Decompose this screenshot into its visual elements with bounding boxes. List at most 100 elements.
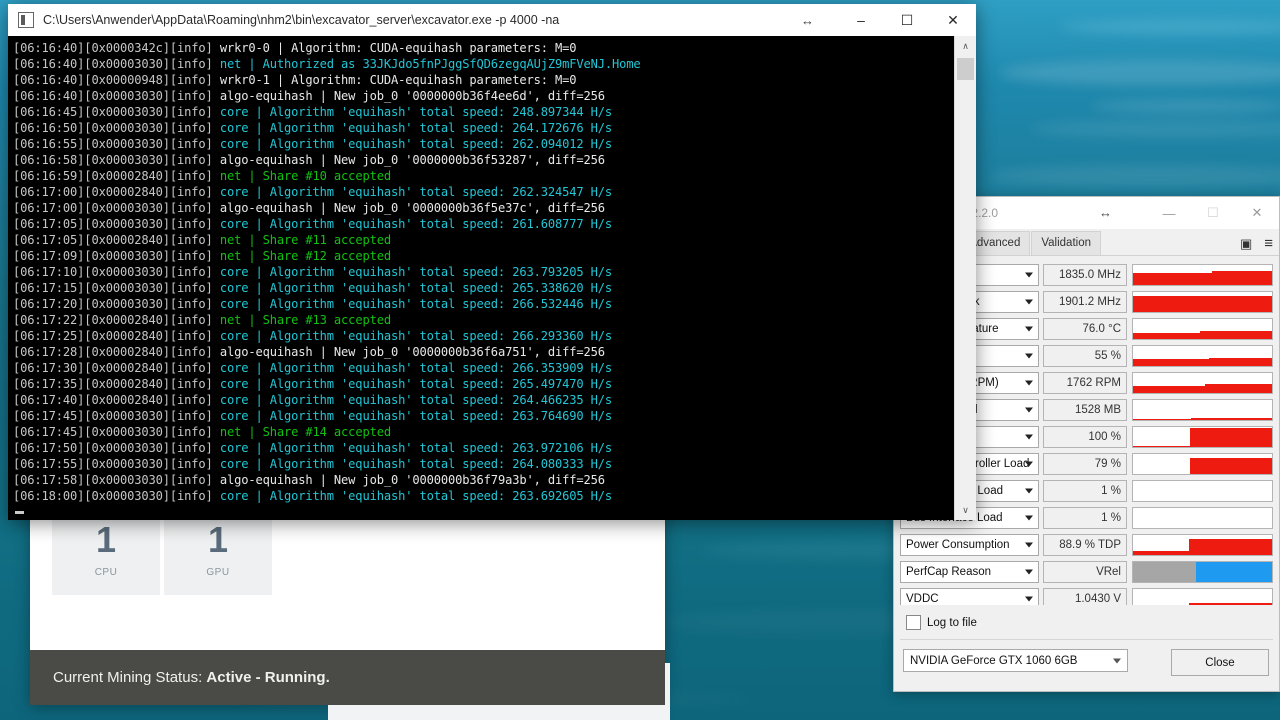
- sensor-name-dropdown[interactable]: Power Consumption: [900, 534, 1039, 556]
- gpuz-maximize-button[interactable]: ☐: [1191, 197, 1235, 229]
- sensor-value: VRel: [1043, 561, 1127, 583]
- console-log-line: [06:17:55][0x00003030][info] core | Algo…: [13, 457, 613, 472]
- hamburger-menu-icon[interactable]: ≡: [1264, 235, 1273, 252]
- gpuz-close-action-button[interactable]: Close: [1171, 649, 1269, 676]
- graph-fill-early: [1133, 551, 1189, 555]
- resize-handle-icon[interactable]: ↔: [1099, 205, 1112, 220]
- scroll-up-arrow-icon[interactable]: ∧: [955, 36, 976, 56]
- console-log-line: [06:17:10][0x00003030][info] core | Algo…: [13, 265, 613, 280]
- sensor-name-dropdown[interactable]: PerfCap Reason: [900, 561, 1039, 583]
- chevron-down-icon: [1025, 353, 1033, 359]
- gpuz-close-button[interactable]: ✕: [1235, 197, 1279, 229]
- sensor-graph: [1132, 399, 1273, 421]
- console-log-line: [06:17:22][0x00002840][info] net | Share…: [13, 313, 391, 328]
- chevron-down-icon: [1025, 380, 1033, 386]
- camera-icon[interactable]: ▣: [1240, 236, 1252, 252]
- sensor-graph: [1132, 561, 1273, 583]
- sensor-value: 1 %: [1043, 507, 1127, 529]
- console-output-area[interactable]: [06:16:40][0x0000342c][info] wrkr0-0 | A…: [8, 36, 976, 520]
- console-log-line: [06:17:05][0x00002840][info] net | Share…: [13, 233, 391, 248]
- sensor-graph: [1132, 291, 1273, 313]
- console-log-line: [06:17:30][0x00002840][info] core | Algo…: [13, 361, 613, 376]
- console-log-line: [06:17:09][0x00003030][info] net | Share…: [13, 249, 391, 264]
- console-icon: [18, 12, 34, 28]
- scroll-down-arrow-icon[interactable]: ∨: [955, 500, 976, 520]
- console-log-line: [06:17:45][0x00003030][info] net | Share…: [13, 425, 391, 440]
- console-log-line: [06:18:00][0x00003030][info] core | Algo…: [13, 489, 613, 504]
- sensor-value: 76.0 °C: [1043, 318, 1127, 340]
- mining-status-value: Active - Running.: [206, 669, 330, 686]
- log-to-file-label: Log to file: [927, 616, 977, 629]
- sensor-graph: [1132, 480, 1273, 502]
- perfcap-vrel-band: [1195, 562, 1272, 582]
- wallpaper-wave: [1090, 100, 1280, 112]
- sensor-graph: [1132, 534, 1273, 556]
- chevron-down-icon: [1025, 515, 1033, 521]
- gpu-count: 1: [207, 519, 229, 560]
- graph-fill-early: [1133, 359, 1210, 366]
- gpuz-footer: Log to file NVIDIA GeForce GTX 1060 6GB …: [894, 605, 1279, 691]
- desktop-wallpaper: 1 CPU 1 GPU MINING DETAILS DAILY ESTIMAT…: [0, 0, 1280, 720]
- console-log-line: [06:17:15][0x00003030][info] core | Algo…: [13, 281, 613, 296]
- console-log-line: [06:17:05][0x00003030][info] core | Algo…: [13, 217, 613, 232]
- console-log-line: [06:16:50][0x00003030][info] core | Algo…: [13, 121, 613, 136]
- chevron-down-icon: [1025, 299, 1033, 305]
- sensor-value: 79 %: [1043, 453, 1127, 475]
- chevron-down-icon: [1025, 596, 1033, 602]
- cpu-count: 1: [95, 519, 117, 560]
- gpuz-minimize-button[interactable]: —: [1147, 197, 1191, 229]
- console-log-line: [06:17:40][0x00002840][info] core | Algo…: [13, 393, 613, 408]
- chevron-down-icon: [1113, 658, 1121, 663]
- console-log-line: [06:17:50][0x00003030][info] core | Algo…: [13, 441, 613, 456]
- chevron-down-icon: [1025, 434, 1033, 440]
- log-to-file-checkbox[interactable]: Log to file: [906, 615, 977, 630]
- resize-handle-icon[interactable]: ↔: [801, 13, 814, 28]
- console-maximize-button[interactable]: ☐: [884, 4, 930, 36]
- console-log-line: [06:16:40][0x00000948][info] wrkr0-1 | A…: [13, 73, 577, 88]
- wallpaper-wave: [1060, 20, 1280, 34]
- gpu-select-dropdown[interactable]: NVIDIA GeForce GTX 1060 6GB: [903, 649, 1128, 672]
- tab-validation[interactable]: Validation: [1031, 231, 1101, 255]
- console-log-line: [06:17:35][0x00002840][info] core | Algo…: [13, 377, 613, 392]
- console-log-line: [06:17:20][0x00003030][info] core | Algo…: [13, 297, 613, 312]
- console-log-line: [06:17:45][0x00003030][info] core | Algo…: [13, 409, 613, 424]
- graph-fill-early: [1133, 446, 1190, 447]
- graph-fill-recent: [1188, 539, 1272, 555]
- console-log-line: [06:17:28][0x00002840][info] algo-equiha…: [13, 345, 605, 360]
- wallpaper-wave: [1000, 60, 1280, 86]
- console-title-text: C:\Users\Anwender\AppData\Roaming\nhm2\b…: [43, 13, 560, 27]
- sensor-value: 1901.2 MHz: [1043, 291, 1127, 313]
- console-cursor: [15, 511, 24, 514]
- chevron-down-icon: [1025, 407, 1033, 413]
- console-close-button[interactable]: ✕: [930, 4, 976, 36]
- graph-fill-early: [1133, 419, 1192, 420]
- sensor-value: 1528 MB: [1043, 399, 1127, 421]
- graph-fill-recent: [1209, 357, 1272, 366]
- sensor-name-label: PerfCap Reason: [906, 566, 992, 578]
- console-log-line: [06:16:59][0x00002840][info] net | Share…: [13, 169, 391, 184]
- graph-fill-early: [1133, 333, 1200, 339]
- scrollbar-thumb[interactable]: [957, 58, 974, 80]
- gpu-select-value: NVIDIA GeForce GTX 1060 6GB: [910, 654, 1078, 667]
- console-log-line: [06:16:45][0x00003030][info] core | Algo…: [13, 105, 613, 120]
- sensor-value: 55 %: [1043, 345, 1127, 367]
- log-to-file-box[interactable]: [906, 615, 921, 630]
- graph-fill-early: [1133, 272, 1213, 285]
- console-log-line: [06:17:00][0x00002840][info] core | Algo…: [13, 185, 613, 200]
- sensor-graph: [1132, 318, 1273, 340]
- mining-status-text: Current Mining Status: Active - Running.: [53, 669, 330, 686]
- console-titlebar[interactable]: C:\Users\Anwender\AppData\Roaming\nhm2\b…: [8, 4, 976, 36]
- console-log-line: [06:16:40][0x0000342c][info] wrkr0-0 | A…: [13, 41, 577, 55]
- sensor-graph: [1132, 372, 1273, 394]
- console-minimize-button[interactable]: –: [838, 4, 884, 36]
- console-log-line: [06:17:25][0x00002840][info] core | Algo…: [13, 329, 613, 344]
- console-log-line: [06:16:55][0x00003030][info] core | Algo…: [13, 137, 613, 152]
- mining-status-prefix: Current Mining Status:: [53, 669, 207, 686]
- gpu-label: GPU: [206, 567, 230, 578]
- chevron-down-icon: [1025, 461, 1033, 467]
- console-scrollbar[interactable]: ∧ ∨: [954, 36, 976, 520]
- graph-fill-recent: [1191, 418, 1272, 420]
- console-log-line: [06:16:40][0x00003030][info] algo-equiha…: [13, 89, 605, 104]
- sensor-value: 1762 RPM: [1043, 372, 1127, 394]
- graph-fill-recent: [1189, 428, 1272, 447]
